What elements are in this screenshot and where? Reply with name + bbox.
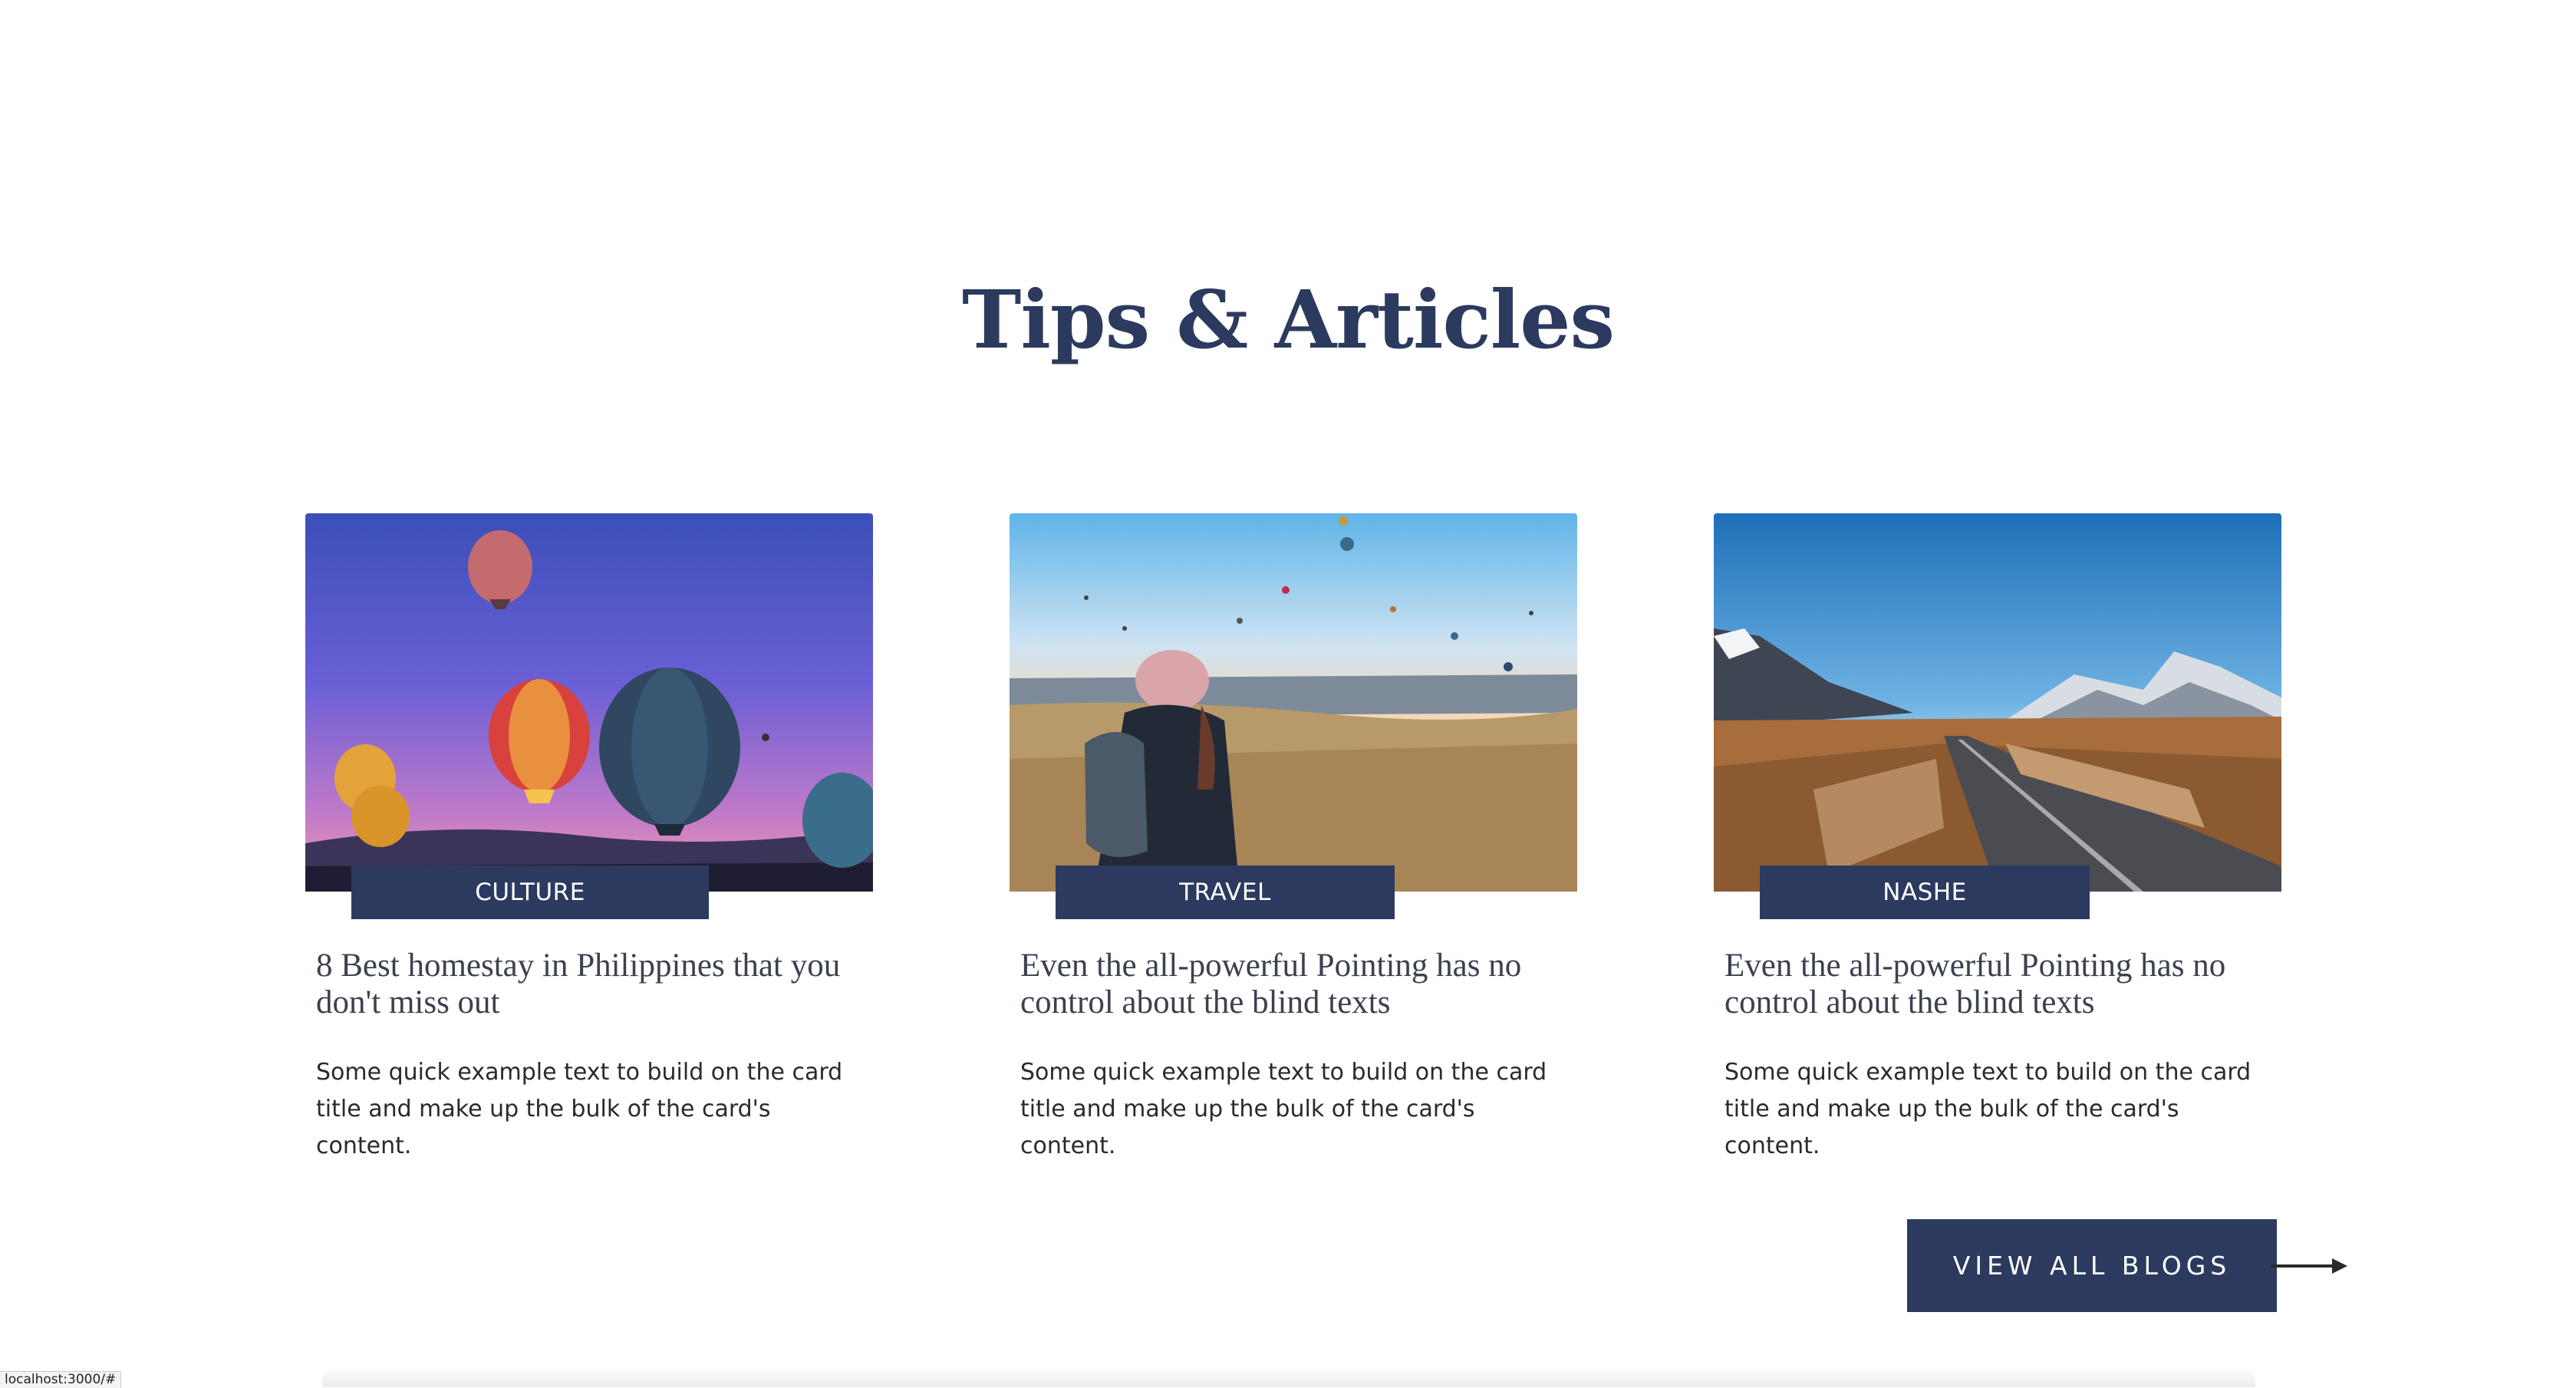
card-text: Some quick example text to build on the … (1724, 1059, 2252, 1159)
footer-edge (322, 1366, 2255, 1387)
arrow-right-icon[interactable] (2271, 1257, 2347, 1275)
card-text: Some quick example text to build on the … (316, 1059, 843, 1159)
status-bar-url: localhost:3000/# (0, 1371, 122, 1388)
card-title[interactable]: Even the all-powerful Pointing has no co… (1724, 948, 2277, 1021)
card-text: Some quick example text to build on the … (1020, 1059, 1547, 1159)
view-all-blogs-button[interactable]: VIEW ALL BLOGS (1907, 1219, 2277, 1312)
card-image-road[interactable] (1714, 513, 2281, 892)
traveler-image (1010, 513, 1577, 892)
section-title: Tips & Articles (961, 272, 1615, 367)
mountain-road-image (1714, 513, 2281, 892)
category-tag[interactable]: NASHE (1760, 865, 2090, 919)
card-title[interactable]: Even the all-powerful Pointing has no co… (1020, 948, 1573, 1021)
category-tag[interactable]: CULTURE (351, 865, 709, 919)
card-image-traveler[interactable] (1010, 513, 1577, 892)
card-image-balloons[interactable] (305, 513, 873, 892)
balloons-image (305, 513, 873, 892)
card-title[interactable]: 8 Best homestay in Philippines that you … (316, 948, 868, 1021)
category-tag[interactable]: TRAVEL (1056, 865, 1395, 919)
